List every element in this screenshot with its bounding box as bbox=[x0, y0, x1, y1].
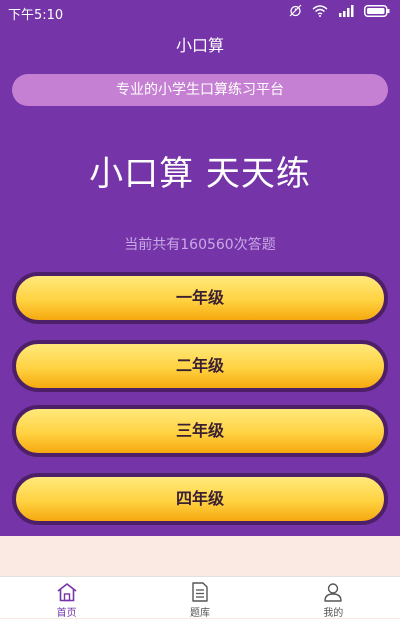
tab-question-bank[interactable]: 题库 bbox=[133, 577, 266, 619]
alarm-icon bbox=[289, 4, 302, 17]
status-bar: 下午5:10 bbox=[0, 0, 400, 24]
slogan-banner: 专业的小学生口算练习平台 bbox=[12, 74, 388, 106]
app-title: 小口算 bbox=[175, 36, 224, 55]
grade-3-button[interactable]: 三年级 bbox=[12, 405, 388, 457]
status-icons bbox=[289, 4, 390, 17]
battery-icon bbox=[364, 4, 390, 17]
bottom-tab-bar: 首页 题库 我的 bbox=[0, 576, 400, 619]
signal-icon bbox=[339, 4, 354, 17]
hero-title: 小口算 天天练 bbox=[89, 154, 311, 194]
wifi-icon bbox=[312, 4, 328, 17]
grade-2-button[interactable]: 二年级 bbox=[12, 340, 388, 392]
tab-home[interactable]: 首页 bbox=[0, 577, 133, 619]
status-time: 下午5:10 bbox=[8, 8, 64, 23]
user-icon bbox=[323, 582, 343, 602]
document-icon bbox=[191, 582, 209, 602]
tab-profile[interactable]: 我的 bbox=[267, 577, 400, 619]
grade-1-button[interactable]: 一年级 bbox=[12, 272, 388, 324]
answer-count: 当前共有160560次答题 bbox=[124, 237, 276, 253]
grade-4-button[interactable]: 四年级 bbox=[12, 473, 388, 525]
home-icon bbox=[56, 582, 78, 602]
